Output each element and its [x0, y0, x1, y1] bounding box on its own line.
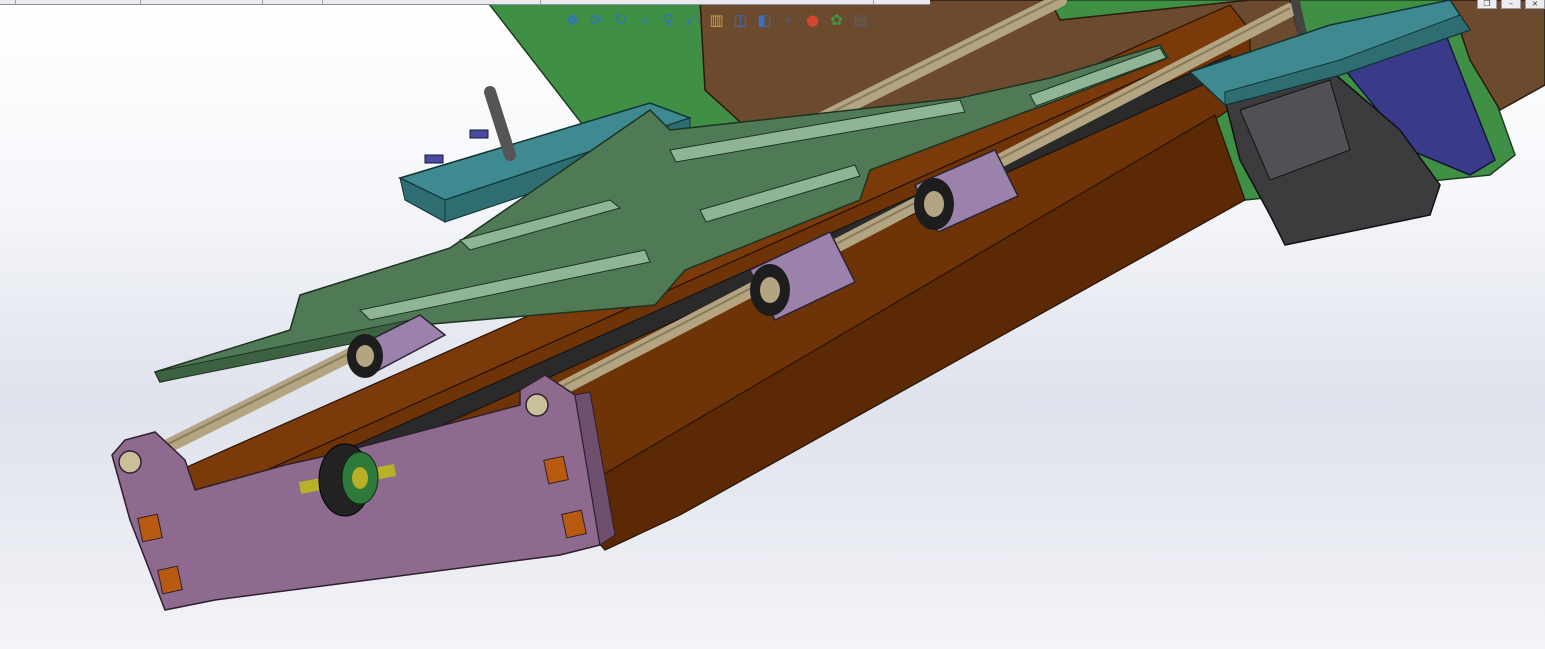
view-orientation-button[interactable]: ◫ ▾: [730, 9, 754, 31]
rotate-button[interactable]: ⟳: [586, 9, 607, 31]
strip-divider: [540, 0, 541, 4]
section-view-button[interactable]: ▥: [706, 9, 727, 31]
rod-hole: [525, 393, 549, 417]
restore-icon: ❐: [1483, 0, 1491, 8]
view-orientation-icon: ◫: [733, 10, 748, 29]
tab-slot: [561, 509, 587, 539]
strip-divider: [15, 0, 16, 4]
assembly-model[interactable]: [0, 0, 1545, 649]
zoom-to-fit-icon: ⌕: [640, 10, 649, 29]
view-settings-button[interactable]: ▤ ▾: [850, 9, 874, 31]
roll-view-icon: ↻: [614, 10, 627, 29]
tab-slot: [137, 513, 163, 543]
previous-view-icon: ⤺: [684, 10, 701, 29]
tab-slot: [157, 565, 183, 595]
apply-scene-icon: ✿: [830, 10, 843, 29]
rod-hole: [118, 450, 142, 474]
section-view-icon: ▥: [709, 10, 724, 29]
apply-scene-button[interactable]: ✿ ▾: [826, 9, 850, 31]
zoom-to-fit-button[interactable]: ⌕: [634, 9, 655, 31]
heads-up-view-toolbar: ✥ ⟳ ↻ ⌕ ⚲ ⤺ ▥ ◫ ▾ ◧ ▾ ⋄ ▾ ● ✿ ▾ ▤ ▾: [562, 8, 874, 32]
display-style-icon: ◧: [757, 10, 772, 29]
display-style-button[interactable]: ◧ ▾: [754, 9, 778, 31]
graphics-area[interactable]: [0, 0, 1545, 649]
strip-divider: [322, 0, 323, 4]
edit-appearance-button[interactable]: ●: [802, 9, 823, 31]
rotate-view-icon: ⟳: [590, 10, 603, 29]
tab-slot: [543, 455, 569, 485]
pan-button[interactable]: ✥: [562, 9, 583, 31]
pan-icon: ✥: [566, 10, 579, 29]
strip-divider: [140, 0, 141, 4]
previous-view-button[interactable]: ⤺: [682, 9, 703, 31]
motor-shaft-left[interactable]: [484, 86, 516, 161]
hide-show-button[interactable]: ⋄ ▾: [778, 9, 802, 31]
restore-button[interactable]: ❐: [1477, 0, 1497, 9]
roll-button[interactable]: ↻: [610, 9, 631, 31]
minimize-icon: –: [1509, 0, 1513, 8]
edit-appearance-icon: ●: [805, 10, 820, 29]
feature-tree-strip[interactable]: [0, 0, 930, 5]
zoom-area-icon: ⚲: [663, 10, 674, 29]
view-settings-icon: ▤: [853, 10, 868, 29]
document-window-controls: ❐ – ×: [1477, 0, 1545, 9]
strip-divider: [262, 0, 263, 4]
strip-divider: [873, 0, 874, 4]
minimize-button[interactable]: –: [1501, 0, 1521, 9]
chevron-down-icon[interactable]: ▾: [870, 21, 874, 28]
close-icon: ×: [1531, 0, 1539, 8]
zoom-area-button[interactable]: ⚲: [658, 9, 679, 31]
hide-show-items-icon: ⋄: [783, 10, 794, 29]
close-button[interactable]: ×: [1525, 0, 1545, 9]
